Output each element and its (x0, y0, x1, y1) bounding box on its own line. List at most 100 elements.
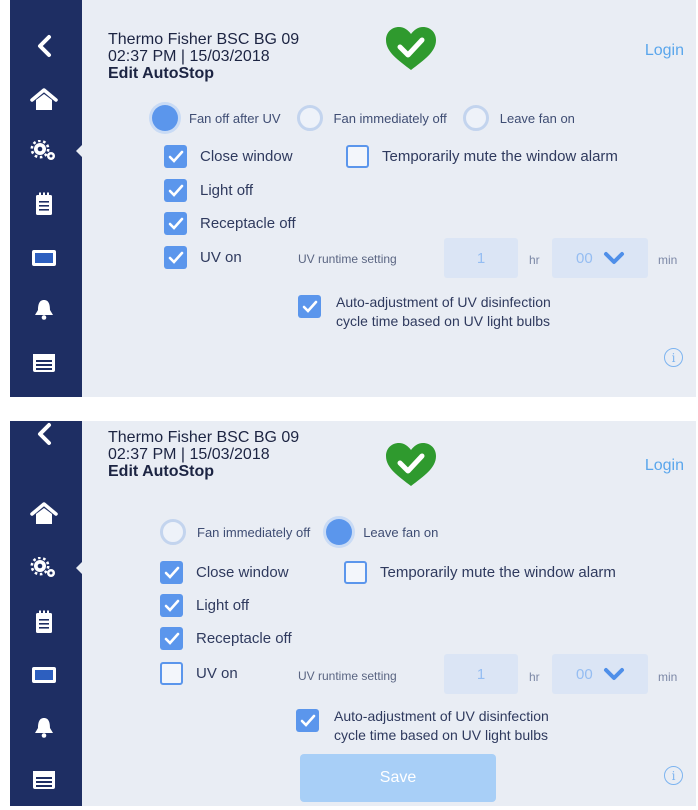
bell-icon[interactable] (26, 711, 62, 743)
min-unit: min (658, 670, 678, 684)
radio-label: Fan immediately off (333, 110, 447, 126)
hr-unit: hr (529, 670, 540, 684)
screen-leave-fan-on: Thermo Fisher BSC BG 09 02:37 PM | 15/03… (10, 421, 696, 806)
checkbox-checked (296, 709, 319, 732)
minutes-value: 00 (576, 665, 593, 683)
fan-immediately-off-radio[interactable]: Fan immediately off (296, 105, 447, 131)
leave-fan-on-radio[interactable]: Leave fan on (326, 519, 438, 545)
gears-icon[interactable] (26, 552, 62, 584)
datetime: 02:37 PM | 15/03/2018 (108, 48, 270, 65)
auto-adjust-label: Auto-adjustment of UV disinfection cycle… (336, 293, 551, 331)
auto-adjust-line1: Auto-adjustment of UV disinfection (334, 708, 549, 724)
notepad-icon[interactable] (26, 188, 62, 220)
fan-off-after-uv-radio[interactable]: Fan off after UV (152, 105, 281, 131)
uv-hours-input[interactable]: 1 (444, 238, 518, 278)
uv-runtime-label: UV runtime setting (298, 669, 397, 683)
checkbox-label: Temporarily mute the window alarm (382, 148, 618, 165)
checkbox-label: Receptacle off (196, 630, 292, 647)
gears-icon[interactable] (26, 135, 62, 167)
home-icon[interactable] (26, 497, 62, 529)
receptacle-off-checkbox[interactable]: Receptacle off (164, 212, 296, 235)
radio-label: Leave fan on (499, 110, 575, 126)
min-unit: min (658, 253, 678, 267)
uv-minutes-select[interactable]: 00 (552, 654, 648, 694)
uv-minutes-select[interactable]: 00 (552, 238, 648, 278)
minutes-value: 00 (576, 249, 593, 267)
close-window-checkbox[interactable]: Close window (164, 145, 293, 168)
fan-options: Fan off after UV Fan immediately off Lea… (152, 105, 591, 131)
checkbox-checked (164, 246, 187, 269)
auto-adjust-checkbox[interactable]: Auto-adjustment of UV disinfection cycle… (296, 707, 549, 745)
main-content: Thermo Fisher BSC BG 09 02:37 PM | 15/03… (82, 0, 696, 397)
radio-selected-indicator (326, 519, 353, 545)
header-info: Thermo Fisher BSC BG 09 02:37 PM | 15/03… (108, 31, 299, 82)
checkbox-label: UV on (196, 665, 238, 682)
radio-label: Fan off after UV (189, 110, 281, 126)
device-name: Thermo Fisher BSC BG 09 (108, 31, 300, 48)
light-off-checkbox[interactable]: Light off (160, 594, 249, 617)
checkbox-label: Light off (200, 182, 254, 199)
login-button[interactable]: Login (645, 457, 684, 475)
health-status-heart-icon (384, 442, 438, 493)
home-icon[interactable] (26, 83, 62, 115)
health-status-heart-icon (384, 26, 438, 77)
header-info: Thermo Fisher BSC BG 09 02:37 PM | 15/03… (108, 429, 299, 480)
fan-immediately-off-radio[interactable]: Fan immediately off (160, 519, 310, 545)
uv-on-checkbox[interactable]: UV on (160, 662, 238, 685)
uv-runtime-label: UV runtime setting (298, 252, 397, 266)
mute-window-alarm-checkbox[interactable]: Temporarily mute the window alarm (344, 561, 616, 584)
receptacle-off-checkbox[interactable]: Receptacle off (160, 627, 292, 650)
calendar-icon[interactable] (26, 763, 62, 795)
uv-on-checkbox[interactable]: UV on (164, 246, 242, 269)
auto-adjust-line2: cycle time based on UV light bulbs (336, 313, 550, 329)
hr-unit: hr (529, 253, 540, 267)
back-arrow-icon[interactable] (26, 30, 62, 62)
screen-icon[interactable] (26, 659, 62, 691)
radio-indicator (160, 519, 186, 545)
info-icon[interactable]: i (664, 348, 683, 367)
auto-adjust-line2: cycle time based on UV light bulbs (334, 727, 548, 743)
checkbox-checked (298, 295, 321, 318)
fan-options: Fan immediately off Leave fan on (160, 519, 454, 545)
auto-adjust-label: Auto-adjustment of UV disinfection cycle… (334, 707, 549, 745)
radio-selected-indicator (152, 105, 178, 131)
checkbox-label: UV on (200, 249, 242, 266)
mute-window-alarm-checkbox[interactable]: Temporarily mute the window alarm (346, 145, 618, 168)
auto-adjust-line1: Auto-adjustment of UV disinfection (336, 294, 551, 310)
checkbox-checked (160, 627, 183, 650)
checkbox-label: Light off (196, 597, 250, 614)
checkbox-checked (164, 212, 187, 235)
checkbox-checked (160, 594, 183, 617)
checkbox-label: Close window (196, 564, 289, 581)
page-title: Edit AutoStop (108, 463, 215, 480)
leave-fan-on-radio[interactable]: Leave fan on (462, 105, 575, 131)
checkbox-checked (164, 145, 187, 168)
bell-icon[interactable] (26, 293, 62, 325)
page-title: Edit AutoStop (108, 65, 215, 82)
screen-icon[interactable] (26, 242, 62, 274)
device-name: Thermo Fisher BSC BG 09 (108, 429, 300, 446)
auto-adjust-checkbox[interactable]: Auto-adjustment of UV disinfection cycle… (298, 293, 551, 331)
notepad-icon[interactable] (26, 606, 62, 638)
close-window-checkbox[interactable]: Close window (160, 561, 289, 584)
radio-indicator (296, 105, 323, 131)
radio-indicator (462, 105, 489, 131)
checkbox-label: Receptacle off (200, 215, 296, 232)
checkbox-label: Close window (200, 148, 293, 165)
save-button[interactable]: Save (300, 754, 496, 802)
login-button[interactable]: Login (645, 42, 684, 60)
light-off-checkbox[interactable]: Light off (164, 179, 253, 202)
uv-hours-input[interactable]: 1 (444, 654, 518, 694)
sidebar (10, 421, 85, 806)
checkbox-unchecked (344, 561, 367, 584)
back-arrow-icon[interactable] (26, 421, 62, 450)
info-icon[interactable]: i (664, 766, 683, 785)
checkbox-unchecked (346, 145, 369, 168)
calendar-icon[interactable] (26, 346, 62, 378)
checkbox-unchecked (160, 662, 183, 685)
chevron-down-icon (603, 668, 624, 680)
checkbox-checked (164, 179, 187, 202)
radio-label: Leave fan on (363, 524, 439, 540)
sidebar (10, 0, 85, 397)
main-content: Thermo Fisher BSC BG 09 02:37 PM | 15/03… (82, 421, 696, 806)
